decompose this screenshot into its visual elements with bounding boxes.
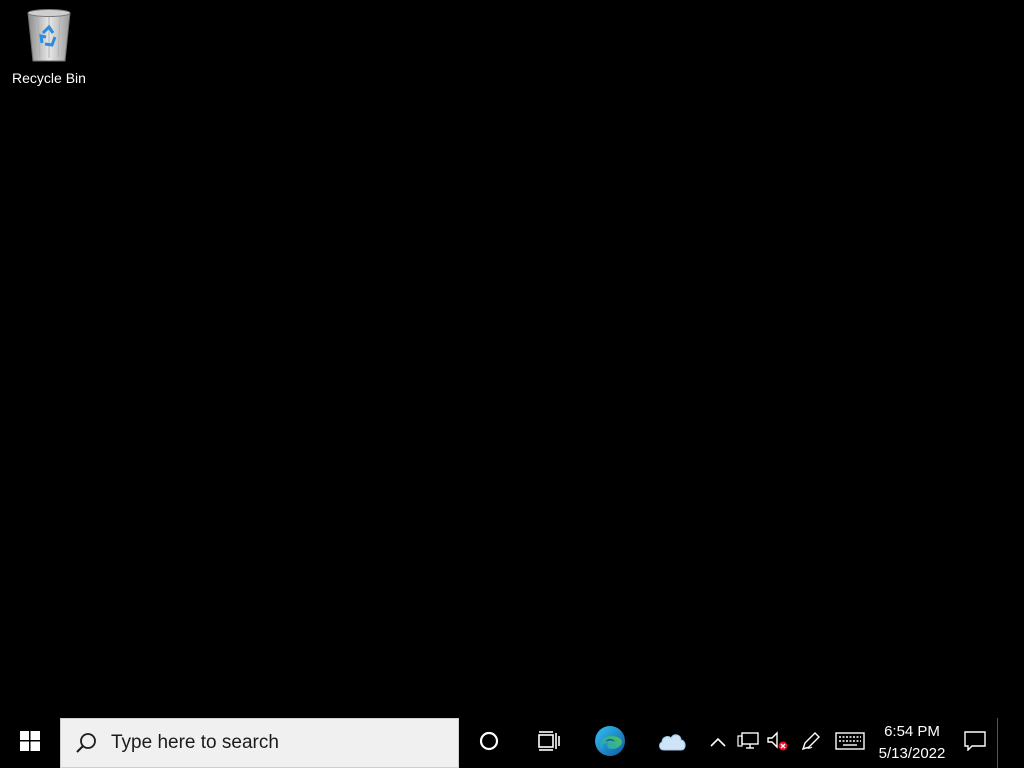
- network-icon: [737, 731, 759, 755]
- search-placeholder: Type here to search: [111, 732, 279, 753]
- action-center-icon: [964, 730, 986, 756]
- recycle-bin-icon: [23, 6, 75, 66]
- show-hidden-icons-button[interactable]: [703, 718, 733, 768]
- show-desktop-button[interactable]: [997, 718, 1003, 768]
- start-button[interactable]: [0, 718, 60, 768]
- pen-icon: [800, 730, 822, 757]
- volume-button[interactable]: [763, 718, 793, 768]
- taskbar-app-onedrive[interactable]: [641, 718, 703, 768]
- task-view-button[interactable]: [519, 718, 579, 768]
- clock[interactable]: 6:54 PM 5/13/2022: [871, 718, 953, 768]
- network-button[interactable]: [733, 718, 763, 768]
- taskbar: Type here to search 6:54 PM 5/13/2022: [0, 718, 1024, 768]
- desktop-icon-recycle-bin[interactable]: Recycle Bin: [4, 6, 94, 92]
- cortana-circle-icon: [479, 731, 499, 756]
- taskbar-app-edge[interactable]: [579, 718, 641, 768]
- touch-keyboard-icon: [835, 731, 865, 755]
- recycle-bin-label: Recycle Bin: [12, 70, 86, 86]
- windows-logo-icon: [20, 730, 40, 756]
- desktop[interactable]: Recycle Bin: [0, 0, 1024, 718]
- search-icon: [75, 732, 97, 754]
- clock-time: 6:54 PM: [884, 723, 940, 740]
- chevron-up-icon: [710, 734, 726, 752]
- system-tray: 6:54 PM 5/13/2022: [703, 718, 1003, 768]
- cortana-button[interactable]: [459, 718, 519, 768]
- clock-date: 5/13/2022: [878, 745, 946, 762]
- task-view-icon: [537, 730, 561, 756]
- onedrive-cloud-icon: [657, 730, 687, 757]
- edge-icon: [594, 725, 626, 762]
- action-center-button[interactable]: [953, 718, 997, 768]
- volume-muted-icon: [767, 730, 789, 756]
- pen-workspace-button[interactable]: [793, 718, 829, 768]
- search-box[interactable]: Type here to search: [60, 718, 459, 768]
- touch-keyboard-button[interactable]: [829, 718, 871, 768]
